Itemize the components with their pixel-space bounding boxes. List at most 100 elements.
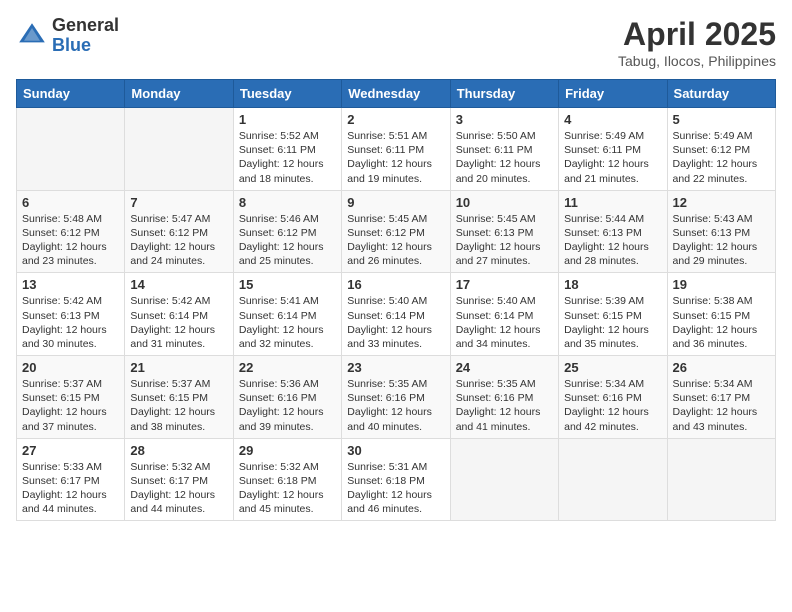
day-info: Sunrise: 5:48 AM Sunset: 6:12 PM Dayligh… [22,212,119,269]
calendar-cell: 3 Sunrise: 5:50 AM Sunset: 6:11 PM Daylig… [450,108,558,191]
calendar-cell: 18Sunrise: 5:39 AM Sunset: 6:15 PM Dayli… [559,273,667,356]
day-number: 1 [239,112,336,127]
title-area: April 2025 Tabug, Ilocos, Philippines [618,16,776,69]
day-info: Sunrise: 5:43 AM Sunset: 6:13 PM Dayligh… [673,212,770,269]
calendar-cell: 16 Sunrise: 5:40 AM Sunset: 6:14 PM Dayli… [342,273,450,356]
day-info: Sunrise: 5:49 AM Sunset: 6:11 PM Dayligh… [564,129,661,186]
calendar-week-row: 13 Sunrise: 5:42 AM Sunset: 6:13 PM Dayli… [17,273,776,356]
calendar-header-friday: Friday [559,80,667,108]
calendar-cell [559,438,667,521]
day-info: Sunrise: 5:50 AM Sunset: 6:11 PM Dayligh… [456,129,553,186]
calendar-cell: 30 Sunrise: 5:31 AM Sunset: 6:18 PM Dayli… [342,438,450,521]
day-number: 2 [347,112,444,127]
calendar-cell: 23 Sunrise: 5:35 AM Sunset: 6:16 PM Dayli… [342,356,450,439]
calendar-cell: 26Sunrise: 5:34 AM Sunset: 6:17 PM Dayli… [667,356,775,439]
day-number: 8 [239,195,336,210]
day-number: 25 [564,360,661,375]
calendar-cell: 5 Sunrise: 5:49 AM Sunset: 6:12 PM Daylig… [667,108,775,191]
day-number: 15 [239,277,336,292]
day-info: Sunrise: 5:41 AM Sunset: 6:14 PM Dayligh… [239,294,336,351]
day-number: 16 [347,277,444,292]
calendar-cell: 8 Sunrise: 5:46 AM Sunset: 6:12 PM Daylig… [233,190,341,273]
calendar-cell [667,438,775,521]
calendar-header-tuesday: Tuesday [233,80,341,108]
day-number: 5 [673,112,770,127]
calendar-header-saturday: Saturday [667,80,775,108]
day-number: 18 [564,277,661,292]
day-info: Sunrise: 5:47 AM Sunset: 6:12 PM Dayligh… [130,212,227,269]
calendar-cell: 25 Sunrise: 5:34 AM Sunset: 6:16 PM Dayli… [559,356,667,439]
day-info: Sunrise: 5:42 AM Sunset: 6:14 PM Dayligh… [130,294,227,351]
day-number: 21 [130,360,227,375]
month-year: April 2025 [618,16,776,53]
day-info: Sunrise: 5:40 AM Sunset: 6:14 PM Dayligh… [347,294,444,351]
logo: General Blue [16,16,119,56]
calendar-week-row: 20 Sunrise: 5:37 AM Sunset: 6:15 PM Dayli… [17,356,776,439]
day-info: Sunrise: 5:35 AM Sunset: 6:16 PM Dayligh… [347,377,444,434]
calendar-week-row: 27 Sunrise: 5:33 AM Sunset: 6:17 PM Dayli… [17,438,776,521]
day-info: Sunrise: 5:45 AM Sunset: 6:13 PM Dayligh… [456,212,553,269]
day-number: 14 [130,277,227,292]
day-info: Sunrise: 5:44 AM Sunset: 6:13 PM Dayligh… [564,212,661,269]
day-number: 22 [239,360,336,375]
calendar-week-row: 6Sunrise: 5:48 AM Sunset: 6:12 PM Daylig… [17,190,776,273]
day-number: 28 [130,443,227,458]
day-info: Sunrise: 5:34 AM Sunset: 6:17 PM Dayligh… [673,377,770,434]
calendar-cell: 20 Sunrise: 5:37 AM Sunset: 6:15 PM Dayli… [17,356,125,439]
day-info: Sunrise: 5:45 AM Sunset: 6:12 PM Dayligh… [347,212,444,269]
calendar-cell: 4 Sunrise: 5:49 AM Sunset: 6:11 PM Daylig… [559,108,667,191]
day-number: 3 [456,112,553,127]
calendar-cell: 10Sunrise: 5:45 AM Sunset: 6:13 PM Dayli… [450,190,558,273]
calendar-cell: 2 Sunrise: 5:51 AM Sunset: 6:11 PM Daylig… [342,108,450,191]
calendar-cell: 7Sunrise: 5:47 AM Sunset: 6:12 PM Daylig… [125,190,233,273]
day-number: 24 [456,360,553,375]
day-info: Sunrise: 5:37 AM Sunset: 6:15 PM Dayligh… [22,377,119,434]
day-info: Sunrise: 5:33 AM Sunset: 6:17 PM Dayligh… [22,460,119,517]
day-info: Sunrise: 5:36 AM Sunset: 6:16 PM Dayligh… [239,377,336,434]
day-info: Sunrise: 5:52 AM Sunset: 6:11 PM Dayligh… [239,129,336,186]
calendar-cell: 17 Sunrise: 5:40 AM Sunset: 6:14 PM Dayli… [450,273,558,356]
calendar-header-sunday: Sunday [17,80,125,108]
calendar-cell: 1 Sunrise: 5:52 AM Sunset: 6:11 PM Daylig… [233,108,341,191]
day-number: 4 [564,112,661,127]
calendar-cell: 11Sunrise: 5:44 AM Sunset: 6:13 PM Dayli… [559,190,667,273]
day-info: Sunrise: 5:40 AM Sunset: 6:14 PM Dayligh… [456,294,553,351]
calendar-week-row: 1 Sunrise: 5:52 AM Sunset: 6:11 PM Daylig… [17,108,776,191]
day-number: 17 [456,277,553,292]
calendar-cell: 14 Sunrise: 5:42 AM Sunset: 6:14 PM Dayli… [125,273,233,356]
day-number: 19 [673,277,770,292]
day-info: Sunrise: 5:31 AM Sunset: 6:18 PM Dayligh… [347,460,444,517]
calendar-cell: 24 Sunrise: 5:35 AM Sunset: 6:16 PM Dayli… [450,356,558,439]
day-number: 27 [22,443,119,458]
day-number: 30 [347,443,444,458]
calendar-cell: 28Sunrise: 5:32 AM Sunset: 6:17 PM Dayli… [125,438,233,521]
logo-general: General [52,16,119,36]
calendar-cell: 27 Sunrise: 5:33 AM Sunset: 6:17 PM Dayli… [17,438,125,521]
day-info: Sunrise: 5:38 AM Sunset: 6:15 PM Dayligh… [673,294,770,351]
calendar-cell [17,108,125,191]
day-number: 12 [673,195,770,210]
day-number: 13 [22,277,119,292]
day-info: Sunrise: 5:42 AM Sunset: 6:13 PM Dayligh… [22,294,119,351]
calendar-header-row: SundayMondayTuesdayWednesdayThursdayFrid… [17,80,776,108]
calendar-cell: 12 Sunrise: 5:43 AM Sunset: 6:13 PM Dayli… [667,190,775,273]
logo-blue: Blue [52,36,119,56]
day-number: 23 [347,360,444,375]
day-info: Sunrise: 5:32 AM Sunset: 6:18 PM Dayligh… [239,460,336,517]
calendar-cell: 19 Sunrise: 5:38 AM Sunset: 6:15 PM Dayli… [667,273,775,356]
day-info: Sunrise: 5:35 AM Sunset: 6:16 PM Dayligh… [456,377,553,434]
calendar-cell: 13 Sunrise: 5:42 AM Sunset: 6:13 PM Dayli… [17,273,125,356]
calendar-header-monday: Monday [125,80,233,108]
day-info: Sunrise: 5:34 AM Sunset: 6:16 PM Dayligh… [564,377,661,434]
day-number: 20 [22,360,119,375]
logo-text: General Blue [52,16,119,56]
calendar-cell [450,438,558,521]
calendar-header-wednesday: Wednesday [342,80,450,108]
page-header: General Blue April 2025 Tabug, Ilocos, P… [16,16,776,69]
calendar-cell: 29Sunrise: 5:32 AM Sunset: 6:18 PM Dayli… [233,438,341,521]
day-info: Sunrise: 5:49 AM Sunset: 6:12 PM Dayligh… [673,129,770,186]
calendar-cell: 6Sunrise: 5:48 AM Sunset: 6:12 PM Daylig… [17,190,125,273]
calendar-header-thursday: Thursday [450,80,558,108]
day-info: Sunrise: 5:51 AM Sunset: 6:11 PM Dayligh… [347,129,444,186]
day-info: Sunrise: 5:46 AM Sunset: 6:12 PM Dayligh… [239,212,336,269]
